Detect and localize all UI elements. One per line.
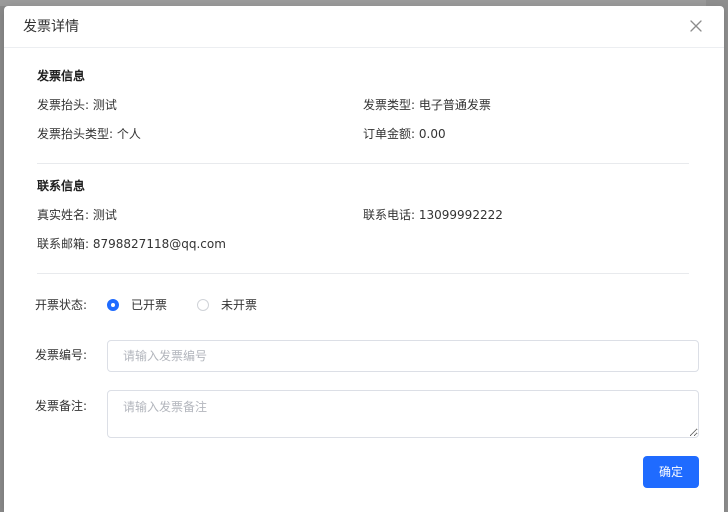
section-divider [37, 273, 689, 274]
invoice-number-label: 发票编号: [35, 348, 88, 362]
contact-phone-value: 13099992222 [418, 208, 503, 222]
invoice-title-type-value: 个人 [116, 127, 141, 141]
contact-email-label: 联系邮箱: [37, 237, 90, 251]
invoice-remark-textarea[interactable] [107, 390, 699, 438]
invoice-title-label: 发票抬头: [37, 98, 90, 112]
radio-unchecked-icon[interactable] [197, 299, 209, 311]
real-name-row: 真实姓名: 测试 [37, 207, 117, 223]
contact-info-title: 联系信息 [37, 179, 86, 193]
order-amount-row: 订单金额: 0.00 [363, 126, 446, 142]
radio-not-issued[interactable]: 未开票 [197, 297, 257, 313]
radio-issued-label[interactable]: 已开票 [131, 297, 167, 313]
invoice-type-label: 发票类型: [363, 98, 416, 112]
real-name-value: 测试 [92, 208, 117, 222]
radio-checked-icon[interactable] [107, 299, 119, 311]
contact-phone-label: 联系电话: [363, 208, 416, 222]
invoice-detail-dialog: 发票详情 发票信息 发票抬头: 测试 发票类型: 电子普通发票 发票抬头类型: … [4, 6, 724, 512]
invoice-remark-label: 发票备注: [35, 399, 88, 413]
contact-email-row: 联系邮箱: 8798827118@qq.com [37, 236, 226, 252]
dialog-header: 发票详情 [4, 6, 724, 48]
close-icon[interactable] [688, 18, 704, 34]
order-amount-value: 0.00 [418, 127, 446, 141]
invoice-title-value: 测试 [92, 98, 117, 112]
contact-phone-row: 联系电话: 13099992222 [363, 207, 503, 223]
dialog-title: 发票详情 [23, 19, 79, 35]
radio-not-issued-label[interactable]: 未开票 [221, 297, 257, 313]
page: 发票详情 发票信息 发票抬头: 测试 发票类型: 电子普通发票 发票抬头类型: … [0, 0, 728, 512]
invoice-title-type-label: 发票抬头类型: [37, 127, 114, 141]
radio-issued[interactable]: 已开票 [107, 297, 167, 313]
invoice-title-type-row: 发票抬头类型: 个人 [37, 126, 141, 142]
contact-email-value: 8798827118@qq.com [92, 237, 226, 251]
confirm-button[interactable]: 确定 [643, 456, 699, 488]
invoice-type-row: 发票类型: 电子普通发票 [363, 97, 491, 113]
real-name-label: 真实姓名: [37, 208, 90, 222]
invoice-title-row: 发票抬头: 测试 [37, 97, 117, 113]
order-amount-label: 订单金额: [363, 127, 416, 141]
invoice-status-label: 开票状态: [35, 298, 88, 312]
invoice-type-value: 电子普通发票 [418, 98, 491, 112]
section-divider [37, 163, 689, 164]
invoice-number-input[interactable] [107, 340, 699, 372]
invoice-info-title: 发票信息 [37, 69, 86, 83]
